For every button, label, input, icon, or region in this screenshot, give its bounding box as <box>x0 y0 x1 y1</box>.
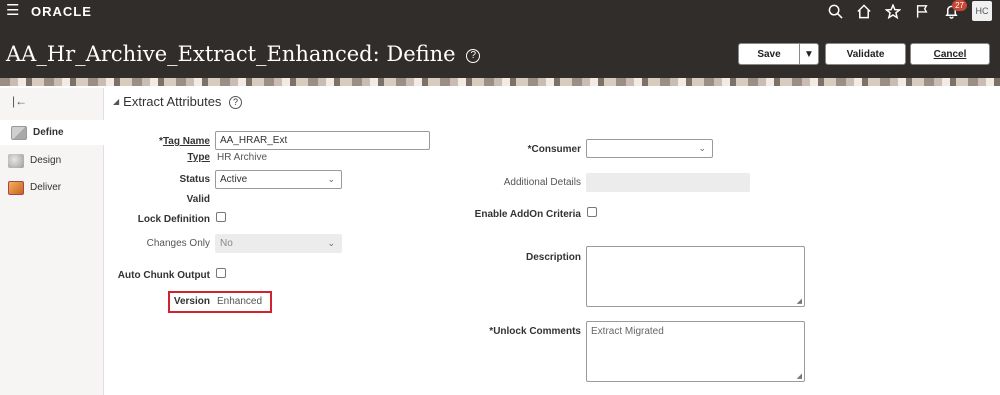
consumer-label: *Consumer <box>480 144 581 155</box>
chevron-down-icon: ⌄ <box>698 143 706 153</box>
define-icon <box>11 125 27 140</box>
changes-only-select[interactable]: No ⌄ <box>215 234 342 253</box>
lock-definition-label: Lock Definition <box>137 214 210 225</box>
resize-grip-icon[interactable]: ◢ <box>797 372 802 380</box>
user-avatar[interactable]: HC <box>972 1 992 21</box>
cancel-label: Cancel <box>933 48 967 60</box>
type-value: HR Archive <box>217 152 268 163</box>
notification-badge: 27 <box>952 0 967 11</box>
nav-item-label: Deliver <box>30 182 62 193</box>
status-select[interactable]: Active ⌄ <box>215 170 342 189</box>
changes-only-value: No <box>220 238 233 249</box>
auto-chunk-output-label: Auto Chunk Output <box>117 270 210 281</box>
additional-details-label: Additional Details <box>503 177 581 188</box>
favorites-star-icon[interactable] <box>880 1 906 21</box>
valid-label: Valid <box>186 194 210 205</box>
lock-definition-checkbox[interactable] <box>216 212 226 222</box>
chevron-down-icon: ⌄ <box>327 174 335 184</box>
tag-name-input[interactable]: AA_HRAR_Ext <box>215 131 430 150</box>
notifications-bell-icon[interactable]: 27 <box>938 0 967 21</box>
enable-addon-criteria-label: Enable AddOn Criteria <box>474 209 581 220</box>
menu-icon[interactable]: ☰ <box>6 3 19 18</box>
save-dropdown-button[interactable]: ▼ <box>799 43 819 65</box>
help-icon[interactable]: ? <box>466 49 481 63</box>
additional-details-input[interactable] <box>586 173 750 192</box>
nav-item-label: Design <box>30 155 62 166</box>
unlock-comments-value: Extract Migrated <box>591 326 664 337</box>
page-title: AA_Hr_Archive_Extract_Enhanced: Define ? <box>6 42 481 66</box>
type-label-text: Type <box>187 152 210 163</box>
left-nav-panel: |← Define Design Deliver <box>0 88 104 395</box>
changes-only-label: Changes Only <box>146 238 210 249</box>
validate-button[interactable]: Validate <box>825 43 906 65</box>
description-textarea[interactable]: ◢ <box>586 246 805 307</box>
status-label: Status <box>179 174 210 185</box>
description-label: Description <box>525 252 581 263</box>
collapse-triangle-icon[interactable]: ◢ <box>113 97 119 106</box>
consumer-label-text: Consumer <box>531 144 581 155</box>
flag-icon[interactable] <box>909 1 935 21</box>
tag-name-label: *Tag Name <box>150 136 210 147</box>
collapse-panel-icon[interactable]: |← <box>12 94 27 108</box>
save-button[interactable]: Save <box>738 43 800 65</box>
oracle-logo[interactable]: ORACLE <box>31 4 92 19</box>
search-icon[interactable] <box>822 1 848 21</box>
decorative-banner <box>0 78 1000 86</box>
status-value: Active <box>220 174 248 185</box>
design-icon <box>8 153 24 168</box>
auto-chunk-output-checkbox[interactable] <box>216 268 226 278</box>
tag-name-label-text: Tag Name <box>162 136 210 147</box>
version-value: Enhanced <box>217 296 263 307</box>
global-header: ☰ ORACLE 27 HC AA_Hr_Archive_Extract_Enh… <box>0 0 1000 78</box>
nav-item-define[interactable]: Define <box>0 120 104 145</box>
resize-grip-icon[interactable]: ◢ <box>797 297 802 305</box>
unlock-comments-label-text: Unlock Comments <box>493 326 581 337</box>
section-title: Extract Attributes <box>123 94 222 109</box>
version-label: Version <box>173 296 210 307</box>
header-icons: 27 HC <box>819 0 992 21</box>
home-icon[interactable] <box>851 1 877 21</box>
nav-item-label: Define <box>33 127 64 138</box>
page-title-text: AA_Hr_Archive_Extract_Enhanced: Define <box>6 42 456 66</box>
unlock-comments-textarea[interactable]: Extract Migrated ◢ <box>586 321 805 382</box>
nav-item-deliver[interactable]: Deliver <box>0 175 104 200</box>
chevron-down-icon: ⌄ <box>327 238 335 248</box>
caret-down-icon: ▼ <box>804 48 814 60</box>
nav-item-design[interactable]: Design <box>0 148 104 173</box>
section-header[interactable]: ◢ Extract Attributes ? <box>113 94 243 109</box>
enable-addon-criteria-checkbox[interactable] <box>587 207 597 217</box>
type-label: Type <box>150 152 210 163</box>
tag-name-value: AA_HRAR_Ext <box>220 135 288 146</box>
consumer-select[interactable]: ⌄ <box>586 139 713 158</box>
help-icon[interactable]: ? <box>229 96 243 109</box>
cancel-button[interactable]: Cancel <box>910 43 990 65</box>
deliver-icon <box>8 180 24 195</box>
unlock-comments-label: *Unlock Comments <box>470 326 581 337</box>
